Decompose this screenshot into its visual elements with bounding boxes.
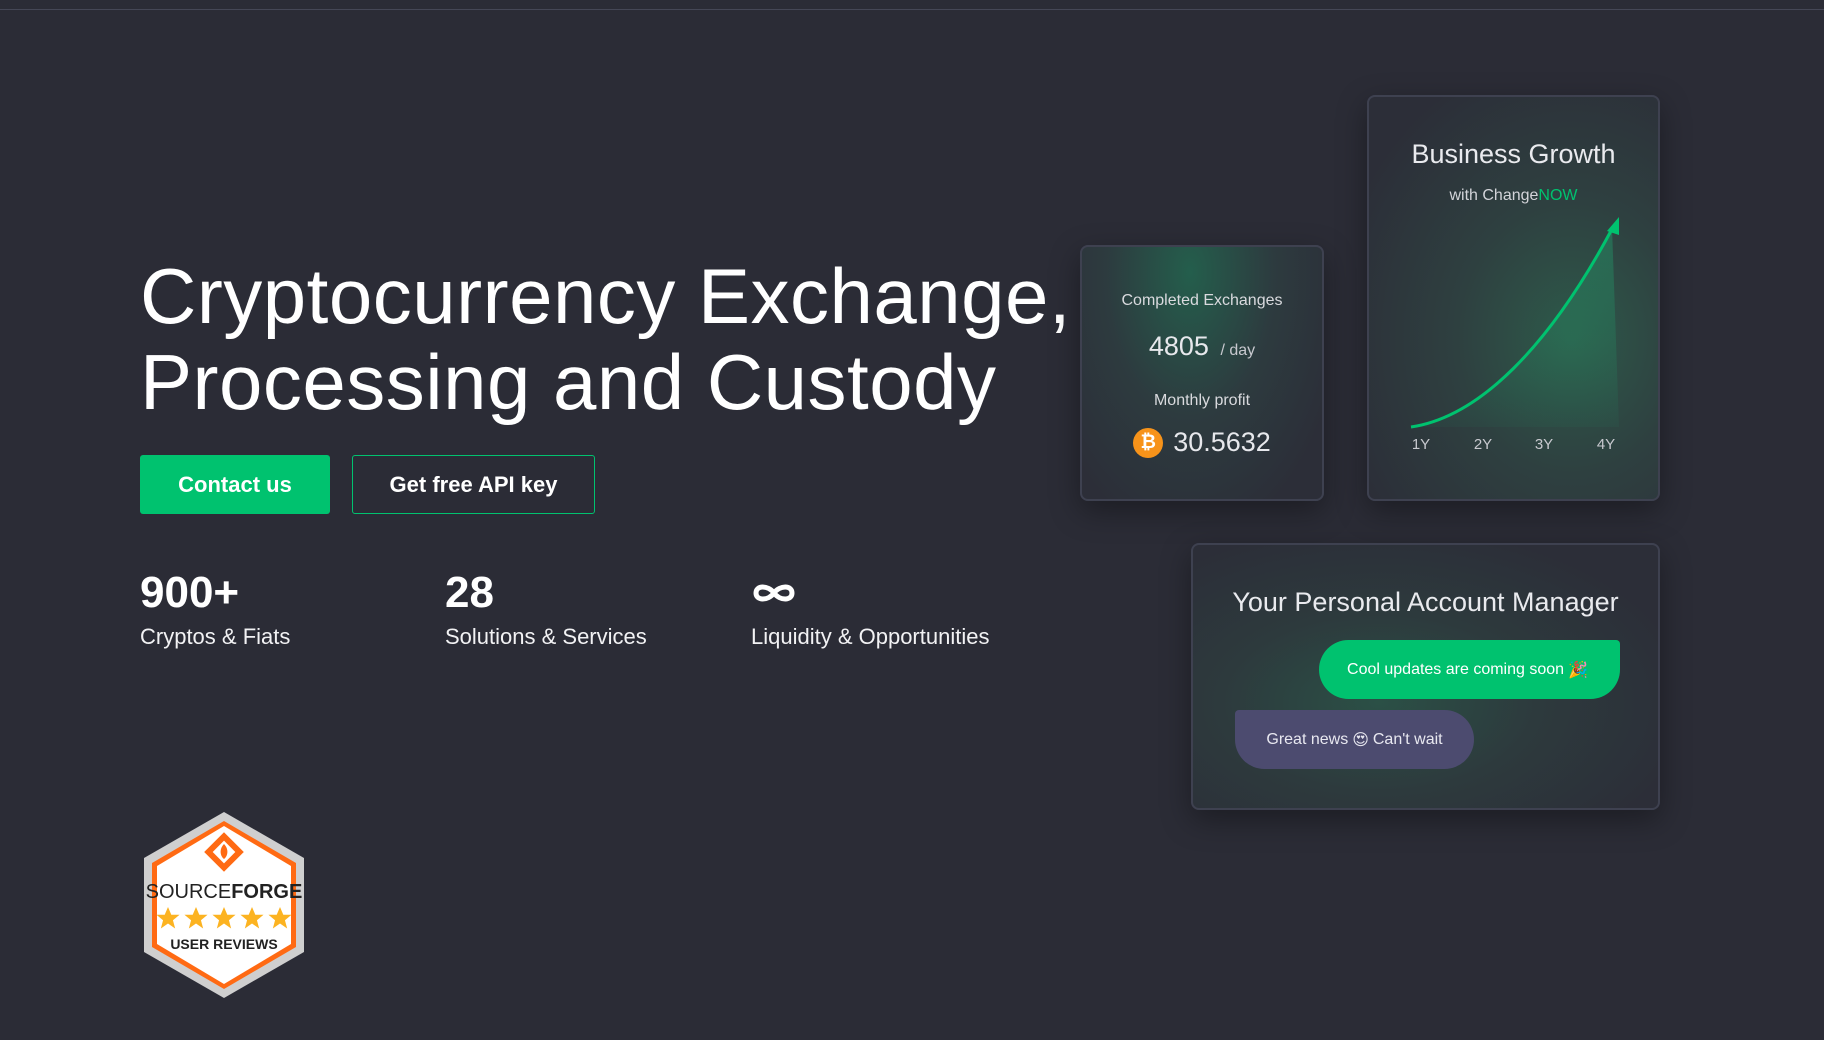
exchanges-count: 4805 — [1148, 331, 1209, 361]
completed-exchanges-card: Completed Exchanges 4805 / day Monthly p… — [1080, 245, 1324, 501]
x-label-2y: 2Y — [1474, 436, 1492, 453]
sourceforge-badge[interactable]: SOURCEFORGE USER REVIEWS — [138, 808, 310, 1002]
exchanges-value: 4805 / day — [1082, 331, 1322, 362]
chat-message-2b: Can't wait — [1372, 730, 1443, 748]
stat-value: 28 — [445, 568, 494, 617]
bitcoin-icon: ₿ — [1133, 427, 1164, 458]
growth-subtitle-prefix: with Change — [1449, 187, 1539, 204]
growth-title: Business Growth — [1411, 139, 1616, 169]
badge-caption: USER REVIEWS — [170, 936, 277, 952]
growth-subtitle: with ChangeNOW — [1369, 187, 1658, 205]
contact-us-button[interactable]: Contact us — [140, 455, 330, 514]
manager-title: Your Personal Account Manager — [1232, 587, 1619, 617]
chat-message-2a: Great news — [1266, 730, 1349, 748]
growth-subtitle-brand: NOW — [1538, 187, 1578, 204]
infinity-icon — [753, 584, 795, 602]
monthly-profit-value: 30.5632 — [1173, 427, 1271, 457]
chat-bubble-manager: Cool updates are coming soon 🎉 — [1319, 640, 1620, 699]
badge-brand-b: FORGE — [231, 881, 302, 903]
exchanges-unit: / day — [1220, 342, 1256, 359]
page: Cryptocurrency Exchange, Processing and … — [0, 0, 1824, 1040]
exchanges-label: Completed Exchanges — [1121, 292, 1283, 309]
top-divider — [0, 9, 1824, 10]
stat-label: Solutions & Services — [445, 624, 647, 649]
monthly-profit-label: Monthly profit — [1153, 392, 1251, 409]
party-popper-icon: 🎉 — [1568, 661, 1588, 679]
get-api-key-button[interactable]: Get free API key — [352, 455, 595, 514]
stat-label: Liquidity & Opportunities — [751, 624, 990, 649]
svg-text:SOURCEFORGE: SOURCEFORGE — [146, 881, 303, 903]
growth-area — [1411, 227, 1619, 427]
account-manager-card: Your Personal Account Manager Cool updat… — [1191, 543, 1660, 810]
stat-value — [751, 568, 989, 618]
stat-liquidity: Liquidity & Opportunities — [751, 568, 989, 650]
stat-label: Cryptos & Fiats — [140, 624, 291, 649]
chat-bubble-user: Great news 😍 Can't wait — [1235, 710, 1474, 769]
x-label-4y: 4Y — [1597, 436, 1615, 453]
hero-title: Cryptocurrency Exchange, Processing and … — [140, 253, 1071, 425]
business-growth-card: 1Y 2Y 3Y 4Y Business Growth with ChangeN… — [1367, 95, 1660, 501]
x-label-3y: 3Y — [1535, 436, 1553, 453]
hero-title-line-1: Cryptocurrency Exchange, — [140, 252, 1072, 340]
chat-message-1: Cool updates are coming soon — [1347, 660, 1565, 678]
stat-value: 900+ — [140, 568, 240, 617]
x-label-1y: 1Y — [1412, 436, 1430, 453]
monthly-profit: ₿ 30.5632 — [1082, 427, 1322, 458]
stat-solutions: 28 Solutions & Services — [445, 568, 647, 650]
heart-eyes-icon: 😍 — [1352, 731, 1369, 749]
stat-cryptos: 900+ Cryptos & Fiats — [140, 568, 290, 650]
badge-brand-a: SOURCE — [146, 881, 232, 903]
hero-title-line-2: Processing and Custody — [140, 338, 997, 426]
